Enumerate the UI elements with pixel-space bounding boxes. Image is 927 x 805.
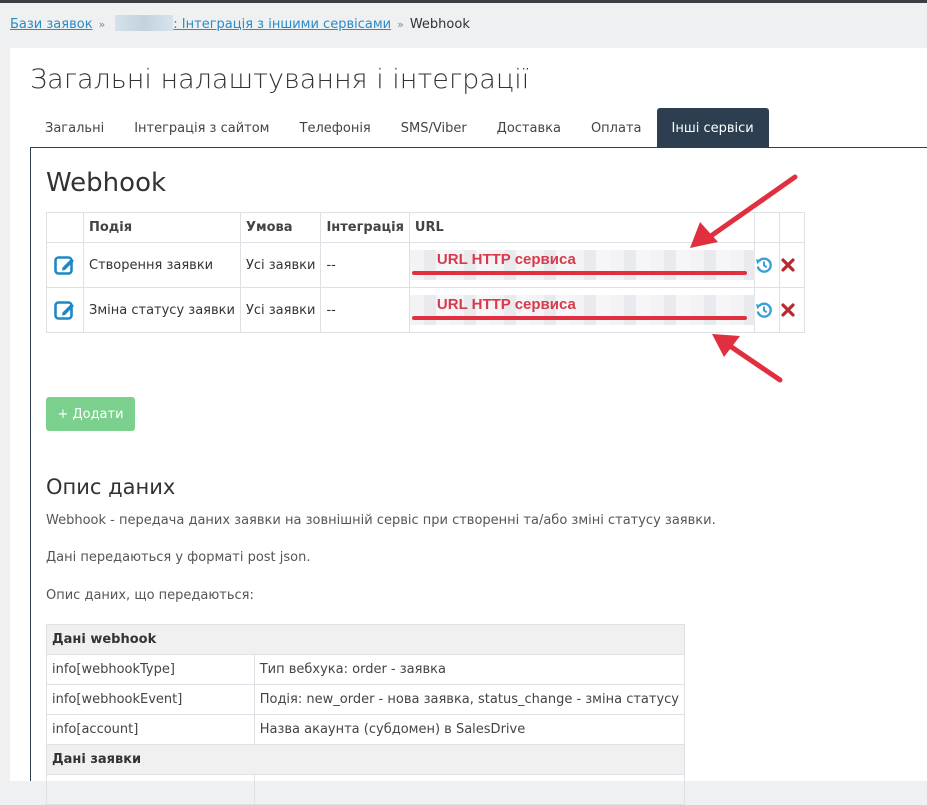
edit-icon[interactable] — [53, 298, 77, 322]
breadcrumb-link-bases[interactable]: Бази заявок — [10, 17, 93, 32]
field-value: Тип вебхука: order - заявка — [253, 654, 686, 685]
delete-icon[interactable] — [780, 302, 796, 318]
delete-cell[interactable] — [778, 242, 805, 288]
group-webhook-data: Дані webhook — [46, 624, 685, 655]
table-header-row: Подія Умова Інтеграція URL — [46, 212, 805, 243]
main-panel: Загальні налаштування і інтеграції Загал… — [10, 48, 927, 805]
event-cell: Створення заявки — [83, 242, 241, 288]
url-cell: URL HTTP сервиса — [408, 287, 755, 333]
condition-cell: Усі заявки — [239, 287, 322, 333]
tab-sms-viber[interactable]: SMS/Viber — [386, 108, 482, 147]
history-cell[interactable] — [753, 242, 780, 288]
add-webhook-button[interactable]: + Додати — [46, 397, 135, 431]
field-key: info[webhookEvent] — [46, 684, 255, 715]
breadcrumb-redacted — [115, 15, 174, 31]
settings-tabs: Загальні Інтеграція з сайтом Телефонія S… — [30, 108, 769, 147]
tab-general[interactable]: Загальні — [30, 108, 119, 147]
header-blank — [778, 212, 805, 243]
delete-icon[interactable] — [780, 257, 796, 273]
history-icon[interactable] — [755, 301, 773, 319]
field-value — [253, 774, 686, 805]
breadcrumb-current: Webhook — [409, 17, 470, 32]
breadcrumb-separator: » — [397, 18, 404, 31]
url-annotation: URL HTTP сервиса — [436, 296, 576, 313]
description-fields-intro: Опис даних, що передаються: — [46, 588, 254, 603]
description-paragraph: Webhook - передача даних заявки на зовні… — [46, 513, 716, 528]
history-icon[interactable] — [755, 256, 773, 274]
header-event: Подія — [83, 212, 241, 243]
tab-payment[interactable]: Оплата — [576, 108, 657, 147]
tab-delivery[interactable]: Доставка — [482, 108, 576, 147]
header-url: URL — [408, 212, 755, 243]
field-key — [46, 774, 255, 805]
url-annotation: URL HTTP сервиса — [436, 251, 576, 268]
table-group-row: Дані заявки — [46, 744, 685, 775]
group-order-data: Дані заявки — [46, 744, 685, 775]
url-underline-annotation — [411, 316, 747, 320]
field-value: Подія: new_order - нова заявка, status_c… — [253, 684, 686, 715]
header-condition: Умова — [239, 212, 322, 243]
top-bar — [0, 0, 927, 3]
page-title: Загальні налаштування і інтеграції — [30, 64, 530, 95]
header-integration: Інтеграція — [320, 212, 410, 243]
url-cell: URL HTTP сервиса — [408, 242, 755, 288]
table-row: info[webhookType] Тип вебхука: order - з… — [46, 654, 686, 685]
data-fields-table: Дані webhook info[webhookType] Тип вебху… — [46, 624, 686, 805]
webhook-title: Webhook — [46, 168, 167, 198]
field-key: info[webhookType] — [46, 654, 255, 685]
breadcrumb-link-integrations[interactable]: : Інтеграція з іншими сервісами — [173, 17, 391, 32]
delete-cell[interactable] — [778, 287, 805, 333]
tab-other-services[interactable]: Інші сервіси — [656, 108, 769, 147]
table-row: info[webhookEvent] Подія: new_order - но… — [46, 684, 686, 715]
data-description-title: Опис даних — [46, 475, 176, 499]
description-format: Дані передаються у форматі post json. — [46, 550, 311, 565]
url-underline-annotation — [411, 271, 747, 275]
edit-cell[interactable] — [46, 287, 84, 333]
table-row: Зміна статусу заявки Усі заявки -- URL H… — [46, 287, 805, 333]
history-cell[interactable] — [753, 287, 780, 333]
integration-cell: -- — [320, 242, 410, 288]
tab-site-integration[interactable]: Інтеграція з сайтом — [119, 108, 284, 147]
table-row — [46, 774, 686, 805]
event-cell: Зміна статусу заявки — [83, 287, 241, 333]
tab-telephony[interactable]: Телефонія — [285, 108, 386, 147]
breadcrumb-separator: » — [98, 18, 106, 31]
table-row: Створення заявки Усі заявки -- URL HTTP … — [46, 242, 805, 288]
table-row: info[account] Назва акаунта (субдомен) в… — [46, 714, 686, 745]
header-blank — [46, 212, 84, 243]
edit-cell[interactable] — [46, 242, 84, 288]
webhook-table: Подія Умова Інтеграція URL Створення зая… — [46, 212, 805, 333]
condition-cell: Усі заявки — [239, 242, 322, 288]
edit-icon[interactable] — [53, 253, 77, 277]
tab-content: Webhook Подія Умова Інтеграція URL Створ — [30, 147, 927, 805]
integration-cell: -- — [320, 287, 410, 333]
header-blank — [753, 212, 780, 243]
breadcrumb: Бази заявок » : Інтеграція з іншими сервіс… — [10, 15, 470, 32]
table-group-row: Дані webhook — [46, 624, 685, 655]
field-value: Назва акаунта (субдомен) в SalesDrive — [253, 714, 686, 745]
field-key: info[account] — [46, 714, 255, 745]
